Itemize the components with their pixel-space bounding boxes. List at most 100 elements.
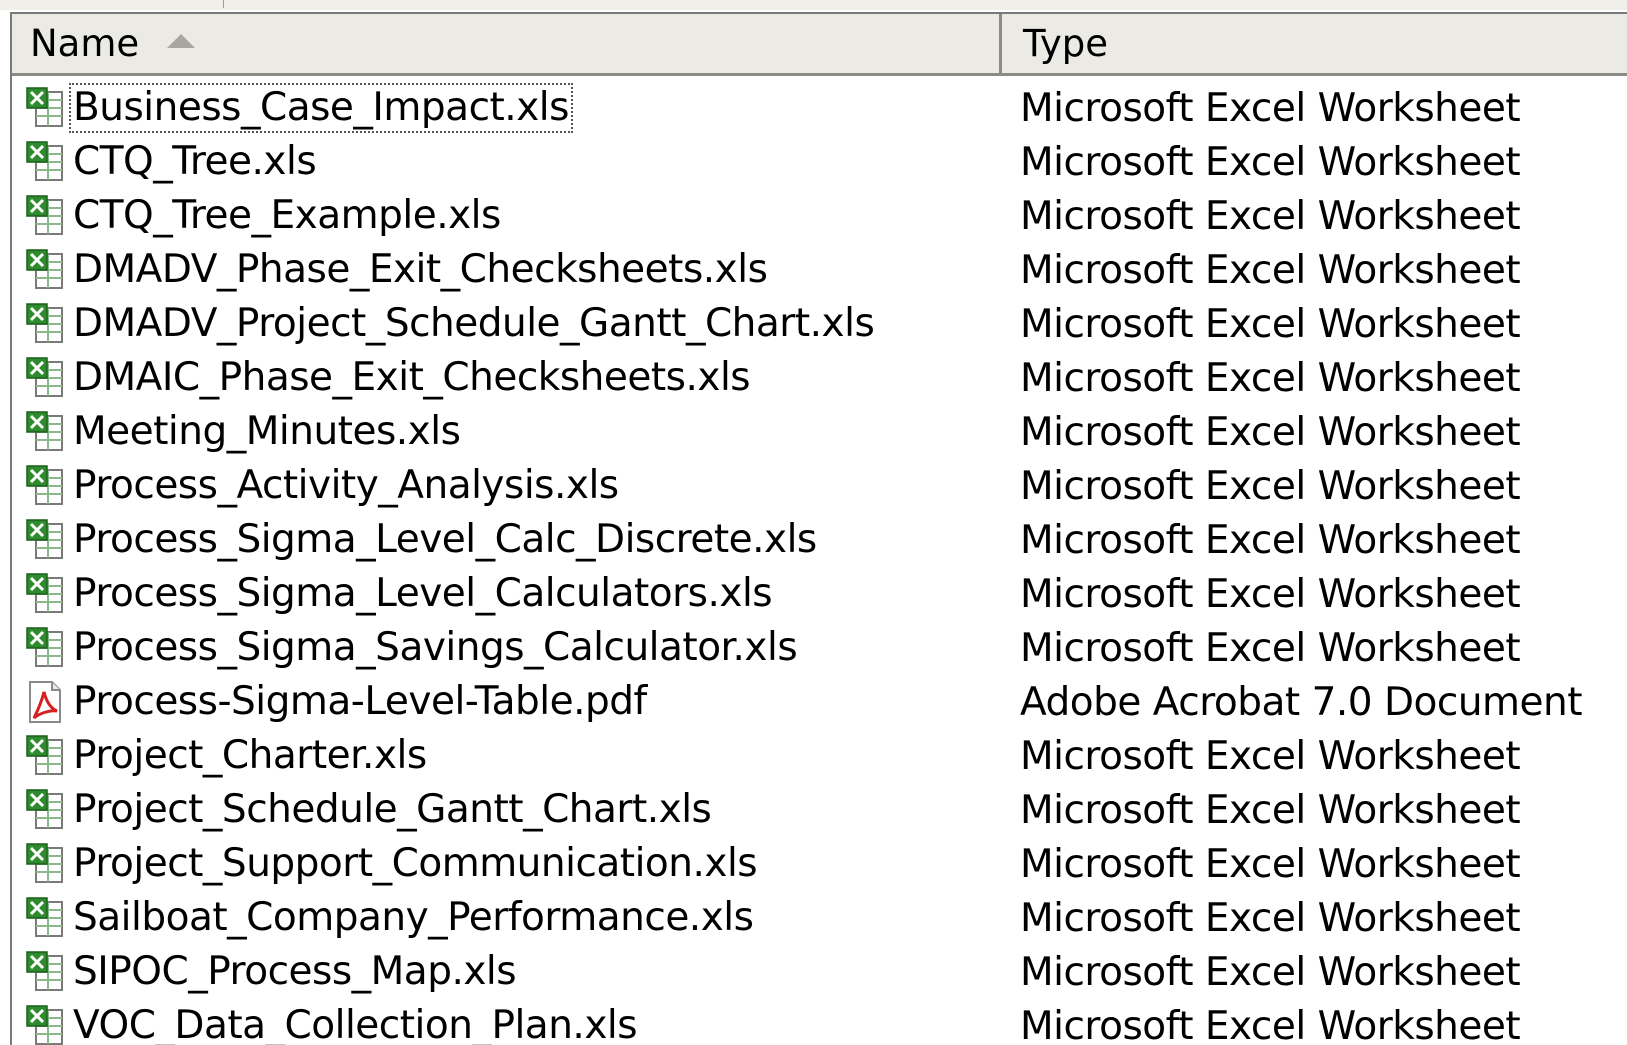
file-name[interactable]: Process_Activity_Analysis.xls: [70, 462, 622, 510]
file-name[interactable]: Process_Sigma_Savings_Calculator.xls: [70, 624, 800, 672]
excel-file-icon: [26, 627, 63, 667]
file-type: Microsoft Excel Worksheet: [1020, 895, 1521, 941]
column-header-type[interactable]: Type: [1005, 14, 1627, 73]
file-type: Microsoft Excel Worksheet: [1020, 625, 1521, 671]
file-type: Microsoft Excel Worksheet: [1020, 787, 1521, 833]
file-name-cell[interactable]: Process_Sigma_Level_Calc_Discrete.xls: [24, 513, 820, 567]
file-name-cell[interactable]: VOC_Data_Collection_Plan.xls: [24, 999, 640, 1045]
file-name[interactable]: Project_Schedule_Gantt_Chart.xls: [70, 786, 714, 834]
file-name-cell[interactable]: Business_Case_Impact.xls: [24, 81, 573, 135]
sort-ascending-icon: [167, 33, 196, 48]
column-header-name[interactable]: Name: [12, 14, 1002, 73]
file-rows: Business_Case_Impact.xls Microsoft Excel …: [12, 81, 1627, 1045]
file-type: Microsoft Excel Worksheet: [1020, 193, 1521, 239]
excel-file-icon: [26, 843, 63, 883]
excel-file-icon: [26, 465, 63, 505]
file-name[interactable]: Process_Sigma_Level_Calculators.xls: [70, 570, 775, 618]
file-row[interactable]: Process-Sigma-Level-Table.pdf Adobe Acrob…: [12, 675, 1627, 729]
column-header-type-label: Type: [1023, 22, 1108, 65]
file-type: Adobe Acrobat 7.0 Document: [1020, 679, 1583, 725]
file-name-cell[interactable]: CTQ_Tree.xls: [24, 135, 319, 189]
file-name-cell[interactable]: SIPOC_Process_Map.xls: [24, 945, 519, 999]
file-name[interactable]: CTQ_Tree_Example.xls: [70, 192, 504, 240]
file-name-cell[interactable]: Process_Sigma_Level_Calculators.xls: [24, 567, 775, 621]
file-type: Microsoft Excel Worksheet: [1020, 409, 1521, 455]
excel-file-icon: [26, 411, 63, 451]
file-row[interactable]: Project_Charter.xls Microsoft Excel Works…: [12, 729, 1627, 783]
excel-file-icon: [26, 1005, 63, 1045]
file-row[interactable]: CTQ_Tree.xls Microsoft Excel Worksheet: [12, 135, 1627, 189]
file-type: Microsoft Excel Worksheet: [1020, 85, 1521, 131]
file-list-view[interactable]: Name Type Business_Case_Impact.xls Micros…: [10, 12, 1627, 1045]
file-type: Microsoft Excel Worksheet: [1020, 733, 1521, 779]
pdf-file-icon: [29, 681, 61, 723]
excel-file-icon: [26, 303, 63, 343]
excel-file-icon: [26, 735, 63, 775]
column-header-name-label: Name: [30, 22, 140, 65]
toolbar-divider: [223, 0, 224, 8]
file-name[interactable]: Process_Sigma_Level_Calc_Discrete.xls: [70, 516, 820, 564]
file-name[interactable]: SIPOC_Process_Map.xls: [70, 948, 519, 996]
file-name[interactable]: DMAIC_Phase_Exit_Checksheets.xls: [70, 354, 753, 402]
excel-file-icon: [26, 249, 63, 289]
excel-file-icon: [26, 519, 63, 559]
file-row[interactable]: Business_Case_Impact.xls Microsoft Excel …: [12, 81, 1627, 135]
excel-file-icon: [26, 141, 63, 181]
file-name-cell[interactable]: CTQ_Tree_Example.xls: [24, 189, 504, 243]
excel-file-icon: [26, 195, 63, 235]
excel-file-icon: [26, 87, 63, 127]
file-row[interactable]: Project_Support_Communication.xls Microso…: [12, 837, 1627, 891]
file-row[interactable]: Process_Sigma_Level_Calculators.xls Micro…: [12, 567, 1627, 621]
file-name-cell[interactable]: Project_Support_Communication.xls: [24, 837, 760, 891]
file-row[interactable]: Sailboat_Company_Performance.xls Microsof…: [12, 891, 1627, 945]
file-name[interactable]: Meeting_Minutes.xls: [70, 408, 463, 456]
file-row[interactable]: Process_Sigma_Level_Calc_Discrete.xls Mic…: [12, 513, 1627, 567]
file-name-cell[interactable]: Process_Activity_Analysis.xls: [24, 459, 622, 513]
file-name[interactable]: Process-Sigma-Level-Table.pdf: [70, 678, 650, 726]
file-type: Microsoft Excel Worksheet: [1020, 139, 1521, 185]
file-row[interactable]: DMADV_Phase_Exit_Checksheets.xls Microsof…: [12, 243, 1627, 297]
file-name[interactable]: Project_Charter.xls: [70, 732, 430, 780]
file-row[interactable]: Project_Schedule_Gantt_Chart.xls Microsof…: [12, 783, 1627, 837]
file-name[interactable]: DMADV_Phase_Exit_Checksheets.xls: [70, 246, 770, 294]
file-name[interactable]: DMADV_Project_Schedule_Gantt_Chart.xls: [70, 300, 877, 348]
file-name-cell[interactable]: DMADV_Phase_Exit_Checksheets.xls: [24, 243, 770, 297]
file-name-cell[interactable]: Sailboat_Company_Performance.xls: [24, 891, 756, 945]
file-name[interactable]: CTQ_Tree.xls: [70, 138, 319, 186]
file-row[interactable]: SIPOC_Process_Map.xls Microsoft Excel Wor…: [12, 945, 1627, 999]
file-type: Microsoft Excel Worksheet: [1020, 355, 1521, 401]
file-name-cell[interactable]: Meeting_Minutes.xls: [24, 405, 463, 459]
file-name-cell[interactable]: DMAIC_Phase_Exit_Checksheets.xls: [24, 351, 753, 405]
file-row[interactable]: Process_Activity_Analysis.xls Microsoft E…: [12, 459, 1627, 513]
file-name[interactable]: Sailboat_Company_Performance.xls: [70, 894, 756, 942]
toolbar-strip: [0, 0, 1627, 10]
file-name[interactable]: VOC_Data_Collection_Plan.xls: [70, 1002, 640, 1045]
excel-file-icon: [26, 789, 63, 829]
file-type: Microsoft Excel Worksheet: [1020, 463, 1521, 509]
excel-file-icon: [26, 897, 63, 937]
column-header-bar: Name Type: [12, 14, 1627, 76]
file-name-cell[interactable]: Process-Sigma-Level-Table.pdf: [24, 675, 650, 729]
file-name-cell[interactable]: Project_Charter.xls: [24, 729, 430, 783]
file-row[interactable]: Meeting_Minutes.xls Microsoft Excel Works…: [12, 405, 1627, 459]
file-type: Microsoft Excel Worksheet: [1020, 517, 1521, 563]
file-row[interactable]: DMAIC_Phase_Exit_Checksheets.xls Microsof…: [12, 351, 1627, 405]
file-name-cell[interactable]: Project_Schedule_Gantt_Chart.xls: [24, 783, 714, 837]
file-row[interactable]: VOC_Data_Collection_Plan.xls Microsoft Ex…: [12, 999, 1627, 1045]
file-type: Microsoft Excel Worksheet: [1020, 949, 1521, 995]
file-type: Microsoft Excel Worksheet: [1020, 571, 1521, 617]
excel-file-icon: [26, 357, 63, 397]
file-name[interactable]: Business_Case_Impact.xls: [69, 83, 573, 133]
file-name-cell[interactable]: Process_Sigma_Savings_Calculator.xls: [24, 621, 800, 675]
file-row[interactable]: CTQ_Tree_Example.xls Microsoft Excel Work…: [12, 189, 1627, 243]
file-name[interactable]: Project_Support_Communication.xls: [70, 840, 760, 888]
file-type: Microsoft Excel Worksheet: [1020, 841, 1521, 887]
file-row[interactable]: DMADV_Project_Schedule_Gantt_Chart.xls Mi…: [12, 297, 1627, 351]
excel-file-icon: [26, 951, 63, 991]
file-type: Microsoft Excel Worksheet: [1020, 1003, 1521, 1045]
file-name-cell[interactable]: DMADV_Project_Schedule_Gantt_Chart.xls: [24, 297, 877, 351]
file-type: Microsoft Excel Worksheet: [1020, 247, 1521, 293]
file-row[interactable]: Process_Sigma_Savings_Calculator.xls Micr…: [12, 621, 1627, 675]
file-type: Microsoft Excel Worksheet: [1020, 301, 1521, 347]
excel-file-icon: [26, 573, 63, 613]
